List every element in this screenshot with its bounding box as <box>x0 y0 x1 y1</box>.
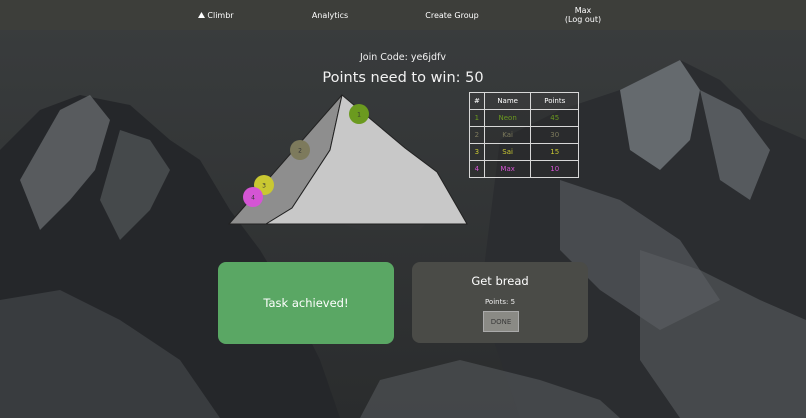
nav-analytics-link[interactable]: Analytics <box>306 0 354 30</box>
header-name: Name <box>483 92 532 110</box>
progress-mountain: 1 2 34 <box>227 94 468 225</box>
table-row: 2 Kai 30 <box>469 126 579 144</box>
leaderboard-header-row: # Name Points <box>469 92 579 110</box>
player-marker: 2 <box>290 140 310 160</box>
task-points: Points: 5 <box>484 298 516 306</box>
task-title: Get bread <box>471 274 529 288</box>
rank-cell: 1 <box>469 109 485 127</box>
player-marker-label: 2 <box>298 148 302 155</box>
table-row: 4 Max 10 <box>469 160 579 178</box>
analytics-label: Analytics <box>311 10 349 20</box>
name-cell: Sai <box>483 143 532 161</box>
done-button[interactable]: DONE <box>483 311 519 332</box>
nav-user-logout-link[interactable]: Max (Log out) <box>556 0 610 30</box>
player-marker-label: 1 <box>357 112 361 119</box>
user-name: Max <box>574 6 592 15</box>
name-cell: Kai <box>483 126 532 144</box>
brand-link[interactable]: Climbr <box>196 0 236 30</box>
player-marker-label: 3 <box>262 183 266 190</box>
points-cell: 10 <box>530 160 579 178</box>
navbar: Climbr Analytics Create Group Max (Log o… <box>0 0 806 30</box>
player-marker: 1 <box>349 104 369 124</box>
rank-cell: 4 <box>469 160 485 178</box>
table-row: 1 Neon 45 <box>469 109 579 127</box>
nav-create-group-link[interactable]: Create Group <box>420 0 484 30</box>
rank-cell: 3 <box>469 143 485 161</box>
logout-label: (Log out) <box>564 15 602 24</box>
name-cell: Max <box>483 160 532 178</box>
leaderboard-table: # Name Points 1 Neon 45 2 Kai 30 3 Sai 1… <box>469 92 579 178</box>
name-cell: Neon <box>483 109 532 127</box>
player-marker-label: 4 <box>251 195 255 202</box>
task-achieved-label: Task achieved! <box>263 296 349 310</box>
header-rank: # <box>469 92 485 110</box>
brand-label: Climbr <box>207 10 234 20</box>
mountain-icon <box>198 12 206 18</box>
table-row: 3 Sai 15 <box>469 143 579 161</box>
player-marker: 4 <box>243 187 263 207</box>
task-card: Get bread Points: 5 DONE <box>412 262 588 343</box>
points-cell: 15 <box>530 143 579 161</box>
main-content: Join Code: ye6jdfv Points need to win: 5… <box>0 0 806 418</box>
points-cell: 30 <box>530 126 579 144</box>
create-group-label: Create Group <box>425 10 479 20</box>
points-cell: 45 <box>530 109 579 127</box>
header-points: Points <box>530 92 579 110</box>
task-achieved-button[interactable]: Task achieved! <box>218 262 394 344</box>
rank-cell: 2 <box>469 126 485 144</box>
